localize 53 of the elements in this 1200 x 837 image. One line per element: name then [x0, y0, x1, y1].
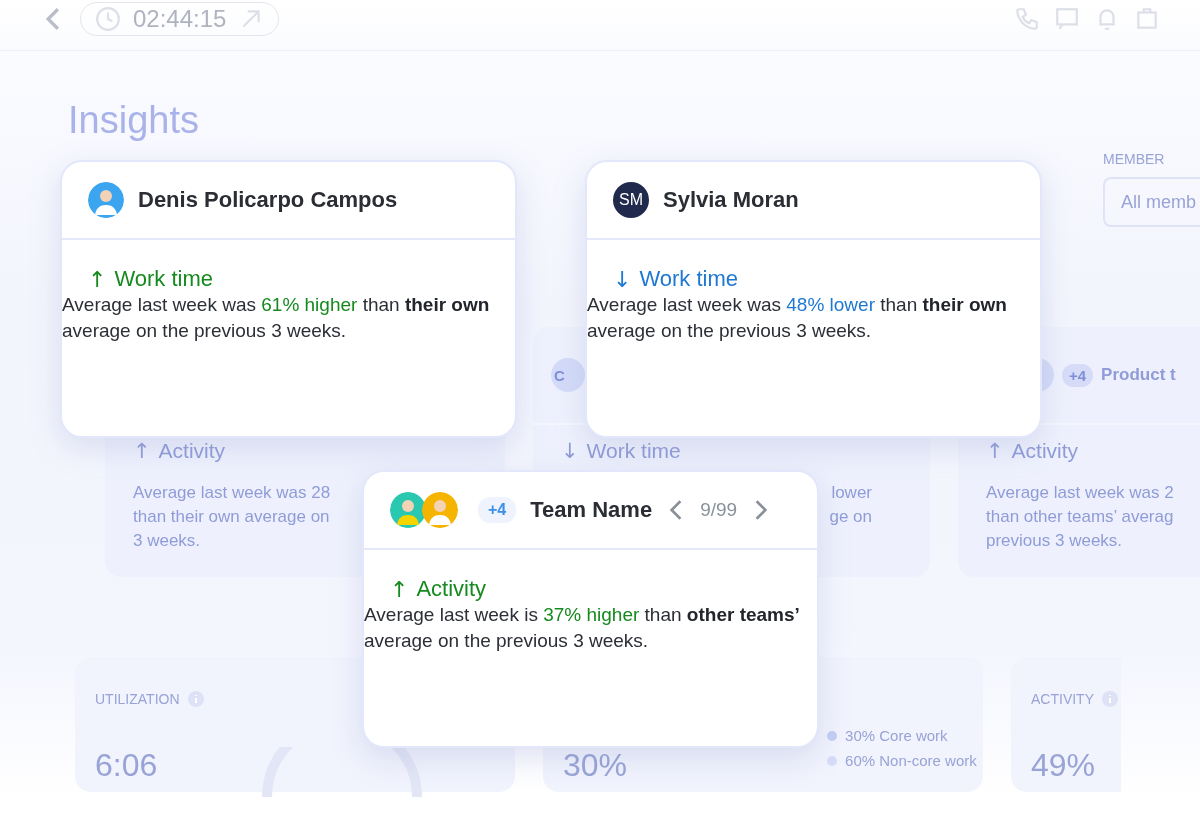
legend-label: 30% Core work: [845, 727, 948, 744]
team-name: Product t: [1101, 365, 1176, 385]
timer-text: 02:44:15: [133, 5, 227, 33]
metric-title: Activity: [416, 576, 487, 602]
arrow-icon: ↑: [88, 266, 107, 292]
page-counter: 9/99: [700, 499, 738, 521]
member-name: Denis Policarpo Campos: [138, 187, 398, 213]
insight-text: Average last week was 2: [986, 482, 1174, 504]
arrow-icon: ↑: [390, 576, 409, 602]
metric-title: Activity: [1011, 439, 1079, 463]
stat-value: 30%: [563, 747, 628, 784]
page-title: Insights: [68, 99, 199, 142]
chat-icon[interactable]: [1054, 6, 1080, 32]
stat-label: UTILIZATION: [95, 691, 180, 707]
member-name: Sylvia Moran: [663, 187, 799, 213]
info-icon[interactable]: [187, 691, 204, 707]
insight-text: Average last week is 37% higher than other teams’ average on the previous 3 weeks.: [364, 603, 801, 653]
stat-value: 6:06: [95, 747, 158, 784]
avatar: [422, 492, 458, 528]
insight-text: Average last week was 28: [133, 482, 331, 504]
chevron-right-icon: [753, 499, 770, 521]
info-icon[interactable]: [1102, 691, 1118, 707]
metric-title: Work time: [114, 266, 214, 292]
legend-label: 60% Non-core work: [845, 752, 977, 769]
insight-text: Average last week was 61% higher than their own average on the previous 3 weeks.: [62, 293, 491, 343]
insight-text: previous 3 weeks.: [986, 530, 1123, 552]
clock-icon: [95, 6, 121, 32]
arrow-icon: ↓: [561, 439, 579, 463]
metric-title: Work time: [586, 439, 681, 463]
member-count-badge: +4: [1062, 363, 1094, 387]
member-count-badge: +4: [478, 497, 517, 523]
filter-label: MEMBER: [1103, 151, 1165, 167]
metric-title: Activity: [158, 439, 226, 463]
stat-label: ACTIVITY: [1031, 691, 1094, 707]
avatar: [88, 182, 124, 218]
arrow-icon: ↑: [986, 439, 1004, 463]
insight-text: lower: [831, 482, 872, 504]
avatar: C: [551, 358, 585, 392]
phone-icon[interactable]: [1014, 6, 1040, 32]
stat-value: 49%: [1031, 747, 1096, 784]
arrow-icon: ↓: [613, 266, 632, 292]
insight-text: 3 weeks.: [133, 530, 201, 552]
briefcase-icon[interactable]: [1134, 6, 1160, 32]
metric-title: Work time: [639, 266, 739, 292]
member-dropdown[interactable]: All memb: [1103, 177, 1200, 227]
arrow-icon: ↑: [133, 439, 151, 463]
insight-text: than other teams’ averag: [986, 506, 1174, 528]
insight-text: Average last week was 48% lower than their own average on the previous 3 weeks.: [587, 293, 1008, 343]
insight-text: than their own average on: [133, 506, 330, 528]
team-name: Team Name: [530, 497, 653, 523]
insight-text: ge on: [829, 506, 872, 528]
avatar: SM: [613, 182, 649, 218]
avatar: [390, 492, 426, 528]
